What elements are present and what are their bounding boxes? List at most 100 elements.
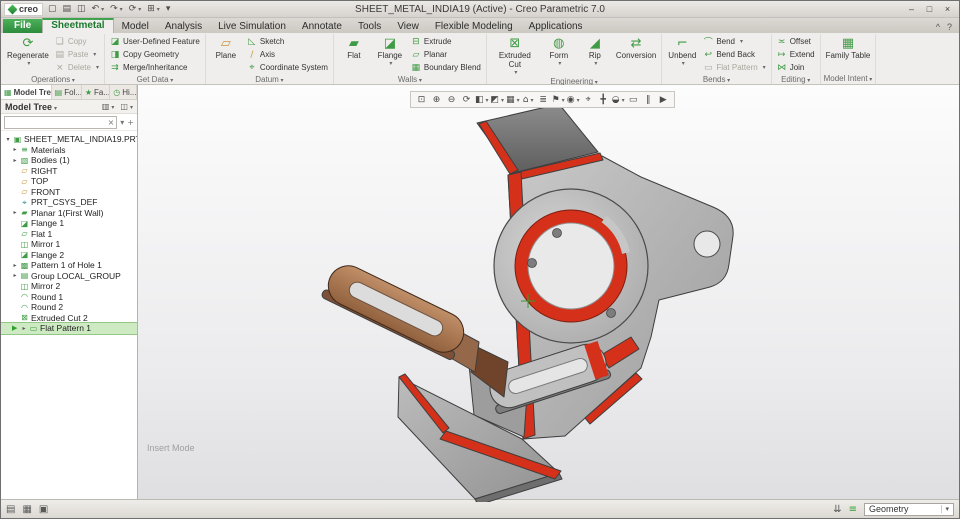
group-label-get-data[interactable]: Get Data [108,74,202,85]
bend-button[interactable]: ⌒ Bend [701,35,767,48]
flat-pattern-button[interactable]: ▭ Flat Pattern [701,61,767,74]
form-button[interactable]: ◍ Form [542,34,576,76]
tree-item-flange-2[interactable]: ◪ Flange 2 [1,250,137,261]
expand-arrow-icon[interactable]: ▸ [12,157,18,164]
tab-tools[interactable]: Tools [350,20,389,33]
planar-button[interactable]: ▱ Planar [409,48,483,61]
tab-hole[interactable] [693,230,721,258]
repaint-icon[interactable]: ⟳ [460,95,473,105]
copy-button[interactable]: ❏ Copy [53,35,101,48]
group-label-editing[interactable]: Editing [775,74,817,85]
navigator-tab-favorites[interactable]: ★ Fa... [82,85,111,99]
clipboard-icon[interactable]: ▤ [6,504,15,515]
extrude-button[interactable]: ⊟ Extrude [409,35,483,48]
filter-menu-icon[interactable]: ▾ [120,118,124,127]
flat-button[interactable]: ▰ Flat [337,34,371,74]
extend-button[interactable]: ↦ Extend [775,48,817,61]
3d-model-canvas[interactable] [138,85,960,502]
navigator-tab-model-tree[interactable]: ▦ Model Tree [1,85,52,99]
group-label-walls[interactable]: Walls [337,74,483,85]
copy-geometry-button[interactable]: ◨ Copy Geometry [108,48,202,61]
restore-button[interactable]: □ [921,3,938,16]
mount-hole[interactable] [606,308,616,318]
undo-icon[interactable]: ↶ [91,4,106,14]
unbend-button[interactable]: ⌐ Unbend [665,34,699,74]
appearance-gallery-icon[interactable]: ▦ [506,95,520,105]
extruded-cut-button[interactable]: ⊠ Extruded Cut [490,34,540,76]
tree-item-planar-1[interactable]: ▸ ▰ Planar 1(First Wall) [1,208,137,219]
mount-hole[interactable] [552,228,562,238]
family-table-button[interactable]: ▦ Family Table [824,34,873,73]
tab-sheetmetal[interactable]: Sheetmetal [42,18,114,33]
tree-item-bodies[interactable]: ▸ ▧ Bodies (1) [1,155,137,166]
tab-applications[interactable]: Applications [521,20,591,33]
close-button[interactable]: × [939,3,956,16]
shading-style-icon[interactable]: ◧ [475,95,489,105]
tab-live-simulation[interactable]: Live Simulation [210,20,294,33]
tab-model[interactable]: Model [114,20,157,33]
display-style-icon[interactable]: ◩ [491,95,505,105]
annotation-display-icon[interactable]: ⚑ [552,95,565,105]
tree-item-part[interactable]: ▾ ▣ SHEET_METAL_INDIA19.PRT [1,134,137,145]
saved-orientations-icon[interactable]: ⌂ [522,95,535,105]
navigator-tab-history[interactable]: ◷ Hi... [110,85,138,99]
expand-arrow-icon[interactable]: ▸ [12,272,18,279]
tree-item-round-2[interactable]: ◠ Round 2 [1,302,137,313]
tree-item-group-local-group[interactable]: ▸ ▤ Group LOCAL_GROUP [1,271,137,282]
tree-item-materials[interactable]: ▸ ≡ Materials [1,145,137,156]
zoom-out-icon[interactable]: ⊖ [445,95,458,105]
group-label-operations[interactable]: Operations [5,74,101,85]
group-label-model-intent[interactable]: Model Intent [824,73,873,84]
tree-item-round-1[interactable]: ◠ Round 1 [1,292,137,303]
show-hide-icon[interactable]: ◉ [567,95,580,105]
qat-customize-icon[interactable]: ▾ [165,4,172,14]
group-label-bends[interactable]: Bends [665,74,767,85]
search-results-icon[interactable]: ⇊ [833,504,841,515]
tree-item-mirror-1[interactable]: ◫ Mirror 1 [1,239,137,250]
tree-columns-icon[interactable]: ◫ [120,102,133,111]
expand-arrow-icon[interactable]: ▾ [5,136,11,143]
tree-item-mirror-2[interactable]: ◫ Mirror 2 [1,281,137,292]
model-upper-strap[interactable] [321,259,509,398]
help-icon[interactable]: ? [947,22,952,32]
tree-item-flange-1[interactable]: ◪ Flange 1 [1,218,137,229]
navigator-tab-folder-browser[interactable]: ▤ Fol... [52,85,82,99]
tab-view[interactable]: View [389,20,427,33]
model-tree-title[interactable]: Model Tree [5,102,57,112]
zoom-window-icon[interactable]: ▭ [627,95,640,105]
tree-item-csys[interactable]: ⌖ PRT_CSYS_DEF [1,197,137,208]
save-icon[interactable]: ◫ [76,4,87,14]
zoom-in-icon[interactable]: ⊕ [430,95,443,105]
redo-icon[interactable]: ↷ [109,4,124,14]
minimize-button[interactable]: – [903,3,920,16]
rip-button[interactable]: ◢ Rip [578,34,612,76]
tab-flexible-modeling[interactable]: Flexible Modeling [427,20,521,33]
expand-arrow-icon[interactable]: ▸ [21,325,27,332]
user-defined-feature-button[interactable]: ◪ User-Defined Feature [108,35,202,48]
3d-dragger-icon[interactable]: ╋ [597,95,610,105]
filter-clear-icon[interactable]: × [108,118,115,127]
tree-item-flat-pattern-1[interactable]: ▶ ▸ ▭ Flat Pattern 1 [1,322,137,335]
open-icon[interactable]: ▤ [62,4,73,14]
tree-item-flat-1[interactable]: ▱ Flat 1 [1,229,137,240]
tree-item-pattern-1[interactable]: ▸ ▩ Pattern 1 of Hole 1 [1,260,137,271]
group-label-datum[interactable]: Datum [209,74,330,85]
minimize-ribbon-icon[interactable]: ^ [936,22,940,32]
coordinate-system-button[interactable]: ⌖ Coordinate System [245,61,330,74]
expand-arrow-icon[interactable]: ▸ [12,146,18,153]
creo-logo[interactable]: creo [4,2,44,16]
smart-select-icon[interactable]: ≡ [849,504,857,515]
axis-button[interactable]: ∕ Axis [245,48,330,61]
delete-button[interactable]: × Delete [53,61,101,74]
tree-view-options-icon[interactable]: ▥ [102,102,115,111]
regenerate-qat-icon[interactable]: ⟳ [128,4,143,14]
offset-button[interactable]: ≍ Offset [775,35,817,48]
view-manager-icon[interactable]: ≣ [537,95,550,105]
model-status-icon[interactable]: ▦ [22,504,31,515]
play-icon[interactable]: ▶ [657,95,670,105]
tree-item-top-plane[interactable]: ▱ TOP [1,176,137,187]
filter-add-icon[interactable]: + [127,118,134,127]
join-button[interactable]: ⋈ Join [775,61,817,74]
tab-annotate[interactable]: Annotate [294,20,350,33]
sketch-button[interactable]: ◺ Sketch [245,35,330,48]
